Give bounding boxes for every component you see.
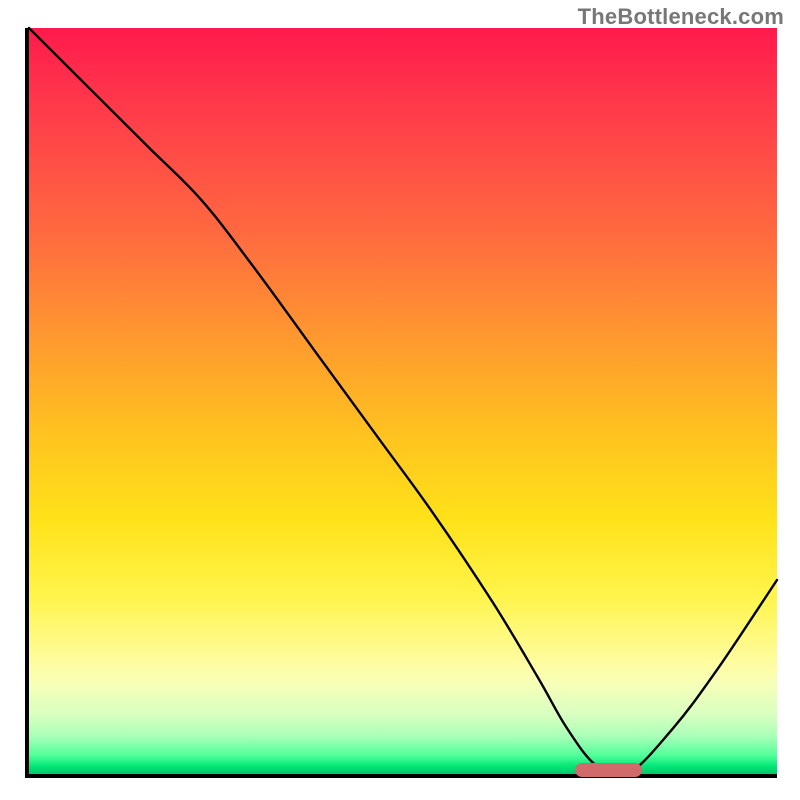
bottleneck-curve: [29, 28, 777, 774]
optimal-point-marker: [575, 763, 642, 777]
watermark-text: TheBottleneck.com: [578, 4, 784, 30]
chart-plot-area: [25, 28, 777, 778]
